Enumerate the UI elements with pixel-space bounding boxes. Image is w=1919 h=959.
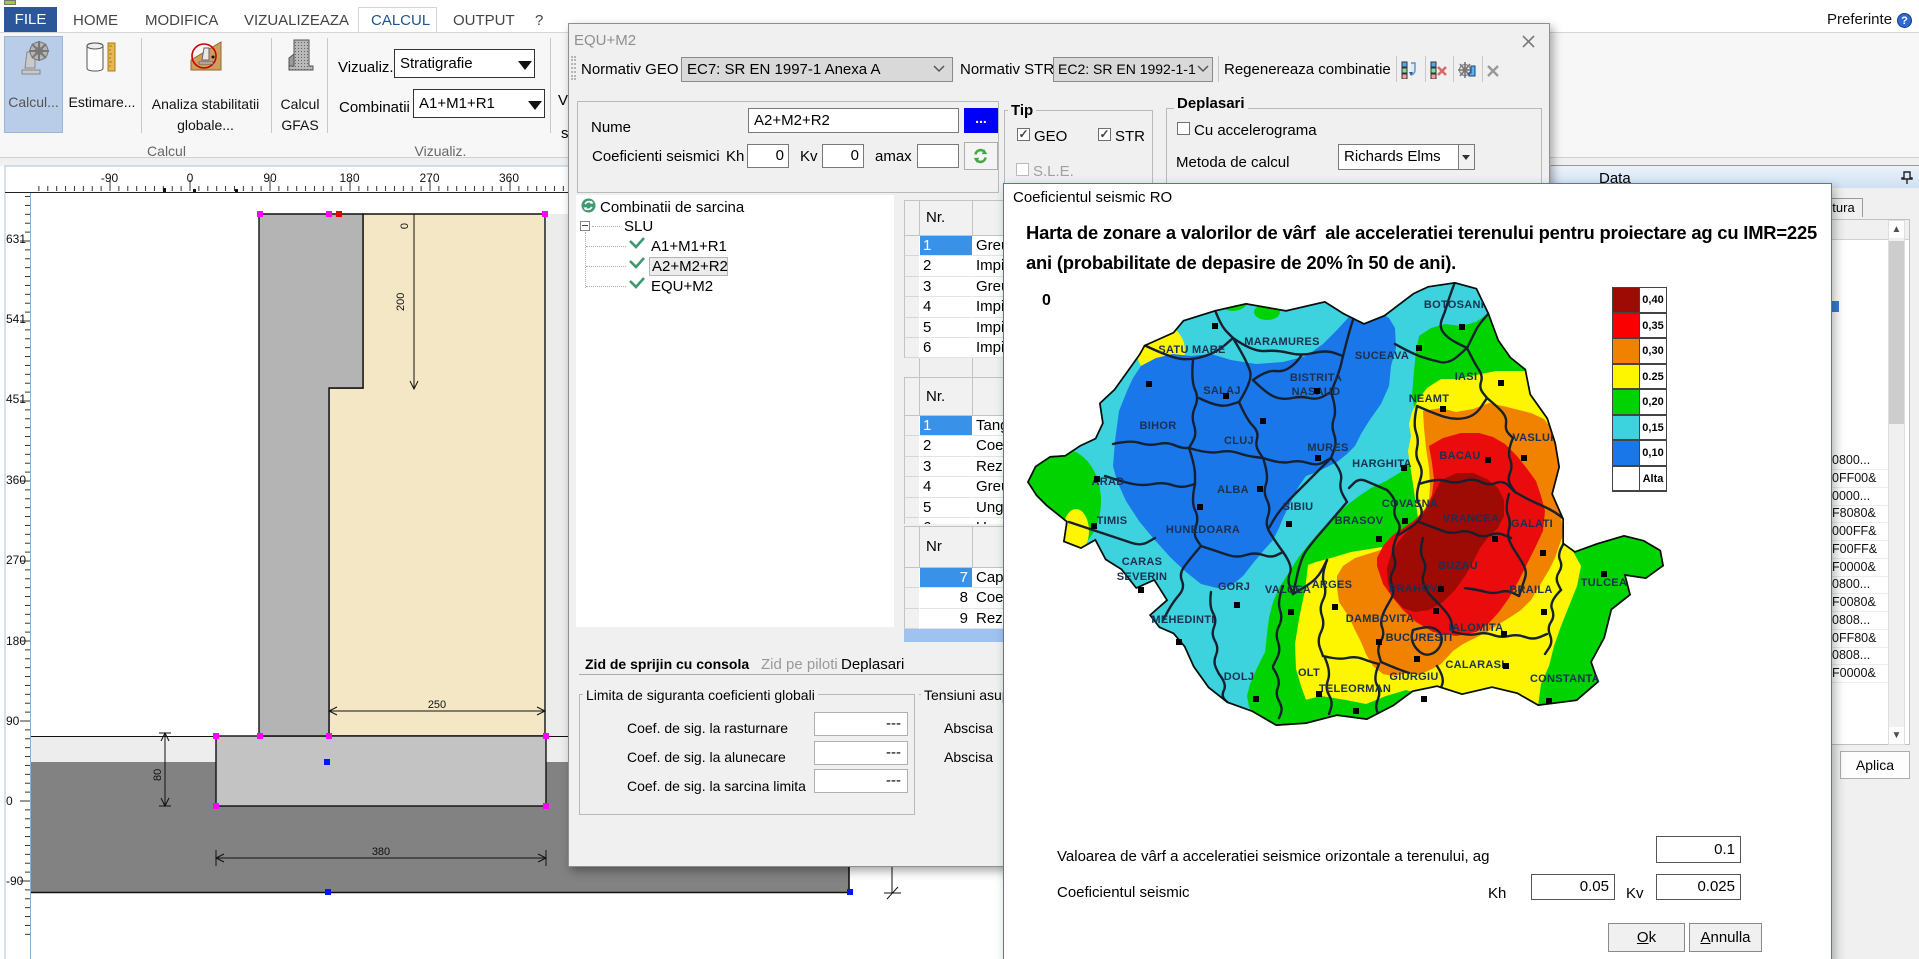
svg-text:90: 90	[263, 171, 277, 185]
svg-text:541: 541	[6, 312, 26, 326]
svg-text:451: 451	[6, 392, 26, 406]
svg-text:270: 270	[6, 553, 26, 567]
svg-text:0: 0	[399, 223, 411, 229]
svg-text:80: 80	[152, 769, 164, 781]
svg-text:270: 270	[419, 171, 439, 185]
svg-text:0: 0	[6, 794, 13, 808]
svg-text:360: 360	[499, 171, 519, 185]
svg-text:-90: -90	[101, 171, 119, 185]
svg-text:-90: -90	[6, 874, 24, 888]
svg-text:180: 180	[6, 634, 26, 648]
svg-text:90: 90	[6, 714, 20, 728]
svg-text:200: 200	[395, 293, 407, 311]
svg-text:0: 0	[187, 171, 194, 185]
svg-text:250: 250	[428, 699, 446, 711]
svg-text:360: 360	[6, 473, 26, 487]
svg-text:380: 380	[372, 846, 390, 858]
svg-text:180: 180	[339, 171, 359, 185]
svg-text:631: 631	[6, 232, 26, 246]
